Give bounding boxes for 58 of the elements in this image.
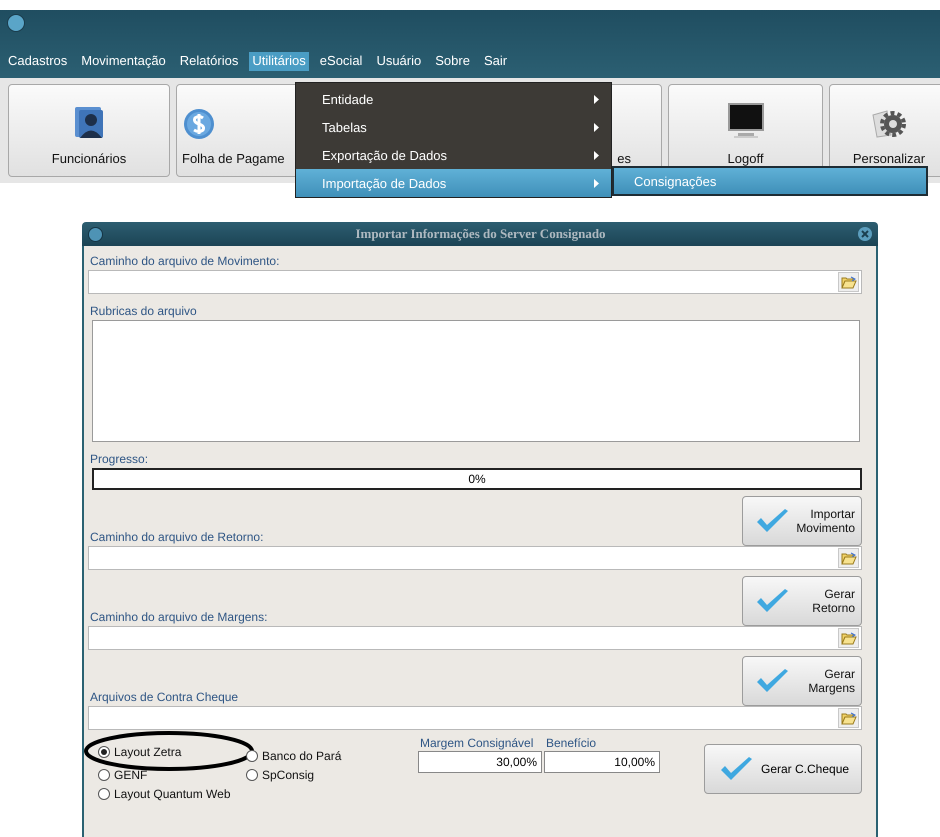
field-label: Benefício	[545, 736, 596, 750]
folder-icon	[840, 552, 856, 564]
close-button[interactable]	[858, 227, 872, 241]
menu-item[interactable]: Cadastros	[5, 52, 70, 71]
check-icon	[755, 508, 789, 534]
menu-item[interactable]: Sobre	[432, 52, 473, 71]
progress-reading: 0%	[467, 472, 487, 486]
radio-button[interactable]	[98, 788, 110, 800]
radio-label: Banco do Pará	[262, 748, 342, 762]
check-icon	[719, 756, 753, 782]
input-field[interactable]	[88, 270, 862, 294]
input-field[interactable]	[88, 546, 862, 570]
radio-button[interactable]	[98, 768, 110, 780]
radio-button[interactable]	[246, 768, 258, 780]
folder-icon	[840, 632, 856, 644]
check-icon	[755, 668, 789, 694]
submenu-arrow-icon	[594, 94, 599, 104]
folder-icon	[840, 276, 856, 288]
submenu-arrow-icon	[594, 178, 599, 188]
menu-item[interactable]: eSocial	[316, 52, 366, 71]
submenu-arrow-icon	[594, 150, 599, 160]
input-field[interactable]: 30,00%	[418, 751, 542, 773]
action-button[interactable]: Gerar C.Cheque	[704, 744, 862, 794]
action-button[interactable]: Importar Movimento	[742, 496, 862, 546]
input-field[interactable]	[88, 706, 862, 730]
radio-label: GENF	[114, 768, 148, 782]
radio-label: SpConsig	[262, 768, 314, 782]
check-icon	[755, 588, 789, 614]
radio-label: Layout Quantum Web	[114, 786, 231, 800]
toolbar-button[interactable]: Funcionários	[8, 84, 170, 177]
window-title: Importar Informações do Server Consignado	[355, 226, 606, 242]
browse-button[interactable]	[838, 628, 859, 648]
field-label: Caminho do arquivo de Retorno:	[89, 529, 264, 544]
app-logo-icon	[7, 14, 25, 32]
browse-button[interactable]	[838, 708, 859, 728]
input-field[interactable]	[88, 626, 862, 650]
action-button[interactable]: Gerar Margens	[742, 656, 862, 706]
folder-icon	[840, 712, 856, 724]
action-button[interactable]: Gerar Retorno	[742, 576, 862, 626]
menu-item[interactable]: Relatórios	[176, 52, 242, 71]
field-label: Arquivos de Contra Cheque	[89, 689, 238, 704]
submenu-arrow-icon	[594, 122, 599, 132]
browse-button[interactable]	[838, 272, 859, 292]
radio-button[interactable]	[246, 750, 258, 762]
menu-item[interactable]: Usuário	[373, 52, 424, 71]
menu-item[interactable]: Sair	[480, 52, 510, 71]
menu-item[interactable]: Movimentação	[78, 52, 169, 71]
radio-label: Layout Zetra	[114, 744, 182, 758]
browse-button[interactable]	[838, 548, 859, 568]
radio-button[interactable]	[98, 746, 110, 758]
field-label: Caminho do arquivo de Margens:	[89, 609, 268, 624]
field-label: Margem Consignável	[419, 736, 534, 750]
field-label: Rubricas do arquivo	[89, 303, 197, 318]
dollar-icon	[182, 107, 216, 141]
input-field[interactable]: 10,00%	[544, 751, 660, 773]
field-label: Caminho do arquivo de Movimento:	[89, 253, 280, 268]
field-label: Progresso:	[89, 451, 148, 466]
dialog-icon	[88, 226, 103, 242]
